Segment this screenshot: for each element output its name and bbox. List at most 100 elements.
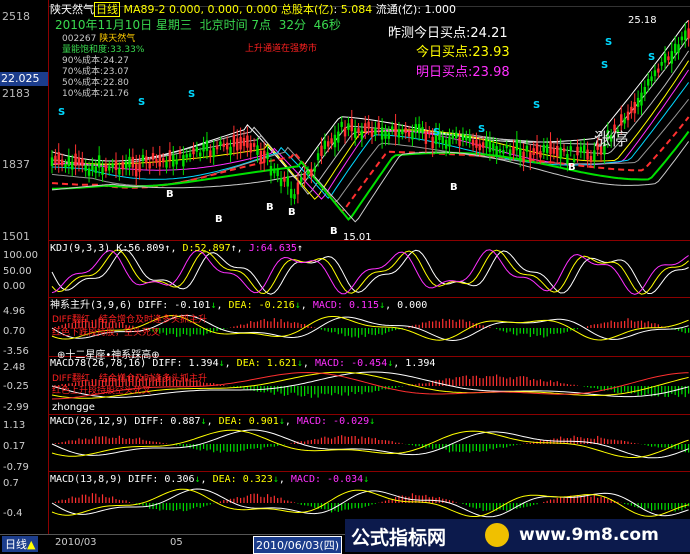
macd2-macd: MACD: -0.034 [290, 474, 364, 485]
candle [653, 70, 657, 77]
candle [468, 135, 471, 142]
watermark-url: www.9m8.com [519, 525, 659, 545]
candle [192, 148, 195, 155]
candle [481, 142, 485, 148]
candle [421, 127, 424, 134]
shen-tick-2: 0.70 [3, 326, 26, 337]
macd78-title: MACD78(26,78,16) [50, 358, 147, 369]
indicator-line [51, 488, 689, 517]
candle [320, 145, 323, 156]
indicator-line [51, 249, 689, 295]
candle [411, 131, 414, 140]
cost-legend: 002267 陕天然气 量能饱和度:33.33% 90%成本:24.27 70%… [62, 34, 145, 99]
kdj-k: 56.809 [128, 243, 165, 254]
candle [168, 150, 172, 161]
candle [660, 62, 663, 66]
candle [131, 156, 135, 168]
candle [135, 164, 138, 177]
date-time-line: 2010年11月10日 星期三 北京时间 7点 32分 46秒 [55, 19, 341, 31]
legend-c10-label: 10%成本 [62, 89, 101, 99]
candle [350, 119, 353, 132]
indicator-line [51, 488, 689, 518]
candle [495, 146, 498, 157]
candle [448, 136, 451, 147]
candle [161, 158, 165, 163]
time-label: 北京时间 [199, 18, 248, 32]
candle [428, 130, 431, 134]
watermark-banner: 公式指标网 www.9m8.com [345, 519, 690, 552]
today-buy-value: 23.93 [472, 45, 510, 60]
candle [478, 143, 481, 151]
candle [640, 92, 643, 106]
shen-diff: DIFF: -0.101 [138, 300, 211, 311]
float-cap-label: 流通(亿) [375, 3, 418, 16]
candle [677, 44, 680, 53]
candle [643, 87, 647, 95]
buy-marker: B [288, 207, 296, 218]
period-tab[interactable]: 日线▲ [2, 536, 39, 552]
sell-marker: S [478, 124, 485, 135]
candle [424, 131, 428, 144]
candle [670, 51, 673, 64]
candle [50, 157, 54, 167]
stock-name[interactable]: 陕天然气 [50, 3, 94, 16]
candle [222, 143, 225, 147]
candle [583, 145, 586, 154]
macd1-tick-3: -0.79 [3, 462, 29, 473]
candle [502, 150, 505, 154]
candle [458, 137, 461, 146]
macd2-title: MACD(13,8,9) [50, 474, 123, 485]
shen-extra: 0.000 [397, 300, 428, 311]
candle [559, 147, 562, 159]
macd78-author: zhongge [52, 402, 95, 413]
candle [485, 138, 488, 148]
candle [283, 176, 286, 182]
candle [562, 148, 566, 152]
candle [219, 141, 222, 146]
candle [141, 154, 145, 162]
candle [202, 143, 205, 152]
moving-average-line [51, 141, 690, 223]
sell-marker: S [601, 60, 608, 71]
candle [205, 140, 209, 151]
kdj-j-label: J: [248, 243, 261, 254]
candle [185, 154, 188, 158]
candle [357, 128, 360, 133]
price-tick-3: 1837 [2, 158, 30, 171]
candle [64, 164, 67, 168]
candle [225, 142, 229, 150]
legend-saturation-label: 量能饱和度 [62, 45, 108, 55]
candle [81, 158, 84, 166]
macd78-extra: 1.394 [405, 358, 436, 369]
tomorrow-buy-point: 明日买点:23.98 [416, 64, 510, 81]
candle [505, 145, 508, 149]
price-axis: 2518 2183 1837 1501 22.025 100.00 50.00 … [0, 0, 49, 552]
candle [60, 159, 64, 166]
candle [650, 76, 653, 82]
candle [104, 164, 108, 172]
candle [593, 150, 596, 161]
candle [519, 148, 522, 159]
tomorrow-buy-label: 明日买点: [416, 65, 473, 80]
period-tab-label: 日线 [5, 538, 27, 551]
candle [444, 139, 448, 149]
yesterday-buy-label: 昨测今日买点: [388, 26, 471, 41]
candle [498, 148, 502, 153]
shen-macd: MACD: 0.115 [312, 300, 380, 311]
candle [145, 156, 148, 164]
candle [138, 162, 141, 172]
macd1-tick-1: 1.13 [3, 420, 26, 431]
macd78-dea: DEA: 1.621 [236, 358, 297, 369]
period-label[interactable]: 日线 [94, 2, 120, 17]
sell-marker: S [648, 52, 655, 63]
macd78-macd: MACD: -0.454 [314, 358, 388, 369]
candle [77, 157, 81, 165]
candle [236, 138, 239, 151]
candle [188, 153, 192, 157]
candle [256, 145, 259, 155]
candle [687, 28, 690, 39]
kdj-d-label: D: [182, 243, 195, 254]
legend-saturation: 33.33% [110, 45, 145, 55]
candle [74, 153, 77, 167]
candle [623, 118, 626, 124]
